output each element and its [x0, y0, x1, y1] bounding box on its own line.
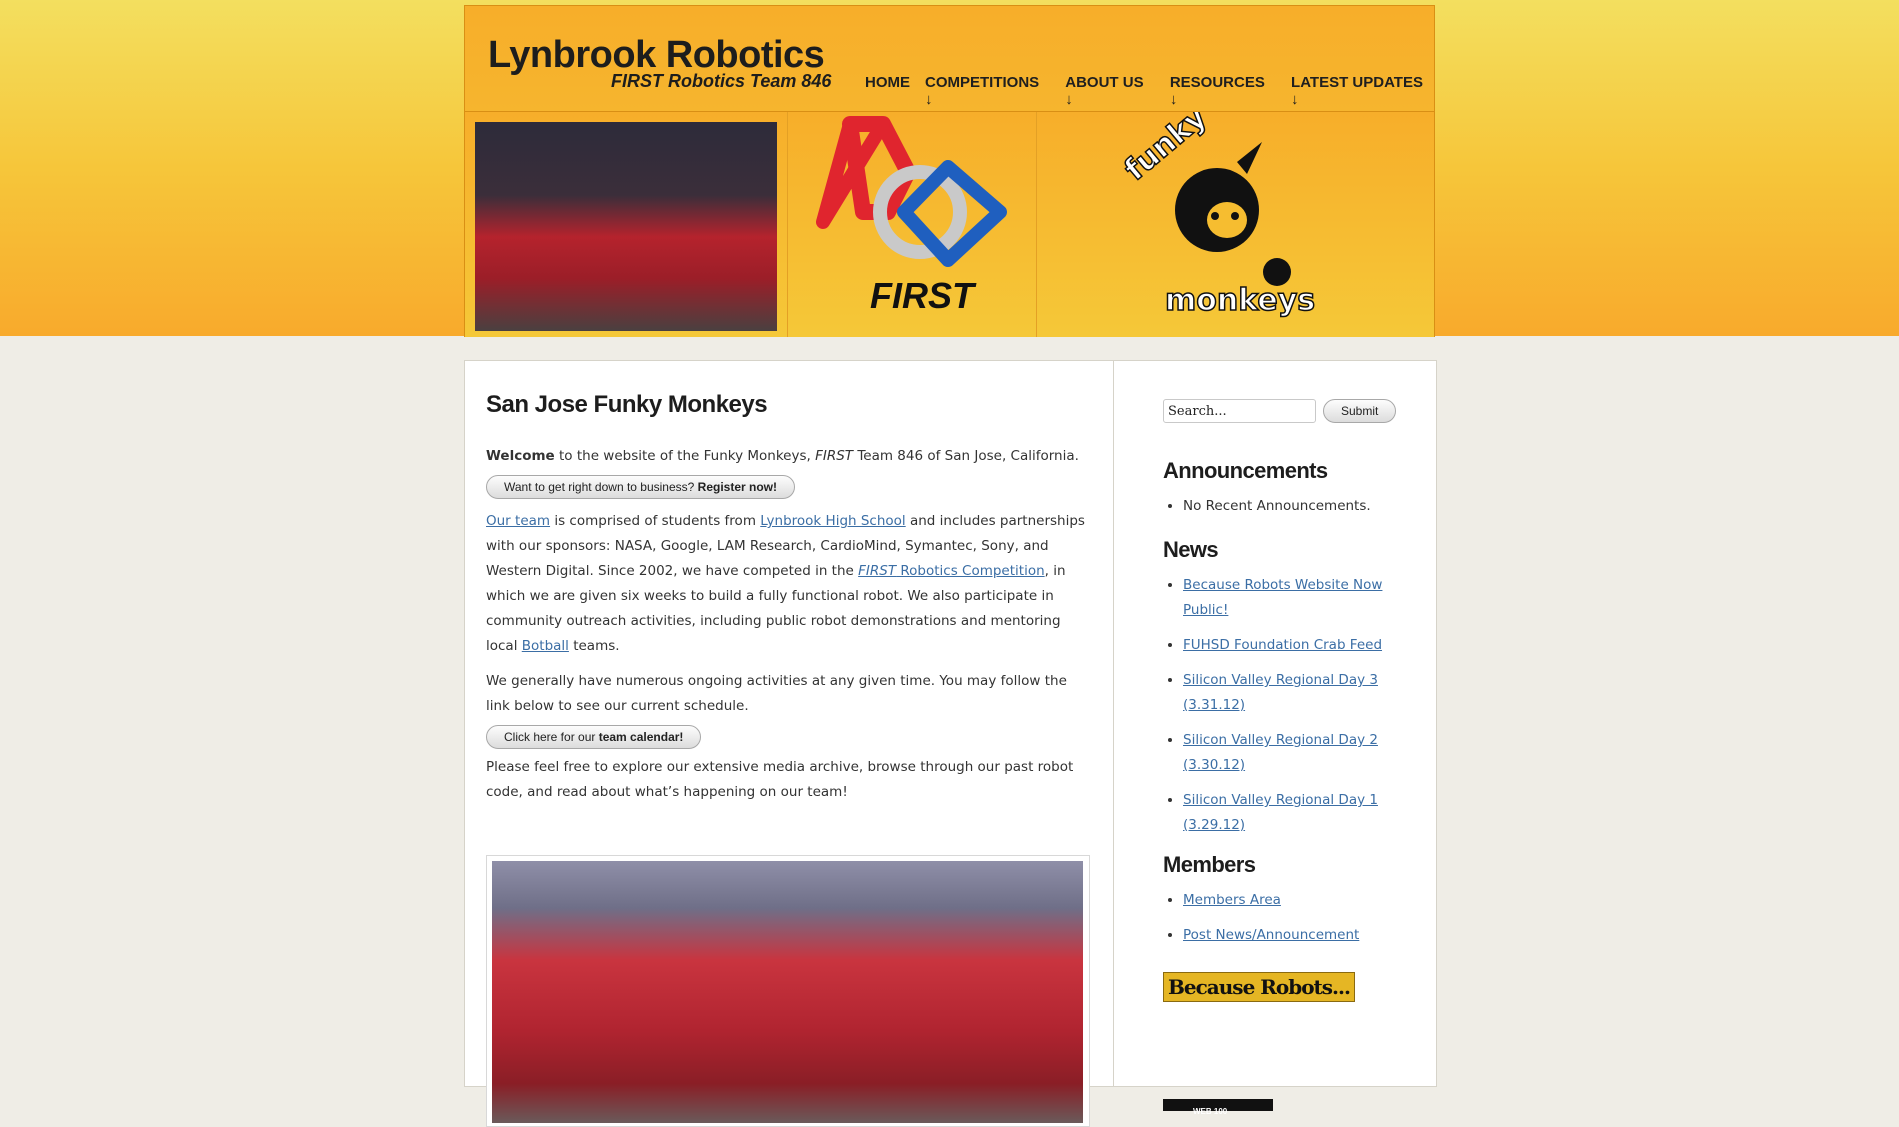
nav-competitions[interactable]: COMPETITIONS ↓ [925, 74, 1050, 108]
news-link[interactable]: Silicon Valley Regional Day 2 (3.30.12) [1183, 732, 1378, 773]
list-item: Silicon Valley Regional Day 1 (3.29.12) [1183, 788, 1423, 838]
news-link[interactable]: Silicon Valley Regional Day 1 (3.29.12) [1183, 792, 1378, 833]
team-group-photo [492, 861, 1083, 1123]
welcome-paragraph: Welcome to the website of the Funky Monk… [486, 448, 1079, 464]
banner-photo-cell [465, 112, 788, 337]
team-calendar-button[interactable]: Click here for our team calendar! [486, 725, 702, 749]
list-item: Silicon Valley Regional Day 3 (3.31.12) [1183, 668, 1423, 718]
funky-monkeys-logo-icon: funky monkeys [1117, 112, 1315, 319]
list-item: Members Area [1183, 888, 1423, 913]
first-logo-text: FIRST [870, 275, 977, 316]
frc-link[interactable]: FIRST Robotics Competition [858, 563, 1045, 579]
list-item: No Recent Announcements. [1183, 494, 1423, 519]
news-list: Because Robots Website Now Public! FUHSD… [1163, 573, 1423, 838]
nav-resources[interactable]: RESOURCES ↓ [1170, 74, 1276, 108]
nav-about-us[interactable]: ABOUT US ↓ [1065, 74, 1155, 108]
announcements-list: No Recent Announcements. [1163, 494, 1423, 519]
list-item: Post News/Announcement [1183, 923, 1423, 948]
banner-first-cell: FIRST [788, 112, 1037, 337]
web-badge[interactable]: WEB 100 [1163, 1099, 1273, 1116]
botball-link[interactable]: Botball [522, 638, 569, 654]
site-header: Lynbrook Robotics FIRST Robotics Team 84… [464, 5, 1435, 112]
list-item: Silicon Valley Regional Day 2 (3.30.12) [1183, 728, 1423, 778]
about-paragraph: Our team is comprised of students from L… [486, 513, 1085, 654]
list-item: Because Robots Website Now Public! [1183, 573, 1423, 623]
nav-latest-updates[interactable]: LATEST UPDATES ↓ [1291, 74, 1434, 108]
lynbrook-high-school-link[interactable]: Lynbrook High School [760, 513, 905, 529]
announcements-heading: Announcements [1163, 458, 1328, 483]
first-logo-icon: FIRST [816, 116, 1007, 316]
submit-button[interactable]: Submit [1323, 399, 1397, 423]
members-heading: Members [1163, 852, 1256, 877]
page-title: San Jose Funky Monkeys [486, 391, 768, 418]
nav-home[interactable]: HOME [865, 74, 910, 108]
members-area-link[interactable]: Members Area [1183, 892, 1281, 908]
search-form: Submit [1163, 399, 1423, 423]
main-nav: HOME COMPETITIONS ↓ ABOUT US ↓ RESOURCES… [865, 74, 1434, 108]
page-wrapper: Lynbrook Robotics FIRST Robotics Team 84… [464, 5, 1435, 337]
news-link[interactable]: Because Robots Website Now Public! [1183, 577, 1382, 618]
main-content: San Jose Funky Monkeys Welcome to the we… [464, 360, 1116, 1127]
banner-funky-monkeys-cell: funky monkeys [1037, 112, 1434, 337]
news-heading: News [1163, 537, 1219, 562]
because-robots-banner[interactable]: Because Robots... [1163, 972, 1355, 1002]
site-subtitle: FIRST Robotics Team 846 [611, 71, 832, 91]
header-banner: FIRST funky monkeys [464, 112, 1435, 337]
explore-paragraph: Please feel free to explore our extensiv… [486, 759, 1074, 800]
news-link[interactable]: Silicon Valley Regional Day 3 (3.31.12) [1183, 672, 1378, 713]
sidebar: Submit Announcements No Recent Announcem… [1113, 360, 1437, 1116]
list-item: FUHSD Foundation Crab Feed [1183, 633, 1423, 658]
our-team-link[interactable]: Our team [486, 513, 550, 529]
team-photo-frame [486, 855, 1090, 1127]
search-input[interactable] [1163, 399, 1316, 423]
team-night-photo [475, 122, 777, 331]
members-list: Members Area Post News/Announcement [1163, 888, 1423, 948]
svg-text:monkeys: monkeys [1165, 283, 1315, 318]
schedule-paragraph: We generally have numerous ongoing activ… [486, 673, 1067, 714]
register-button[interactable]: Want to get right down to business? Regi… [486, 475, 796, 499]
news-link[interactable]: FUHSD Foundation Crab Feed [1183, 637, 1382, 653]
post-news-link[interactable]: Post News/Announcement [1183, 927, 1359, 943]
